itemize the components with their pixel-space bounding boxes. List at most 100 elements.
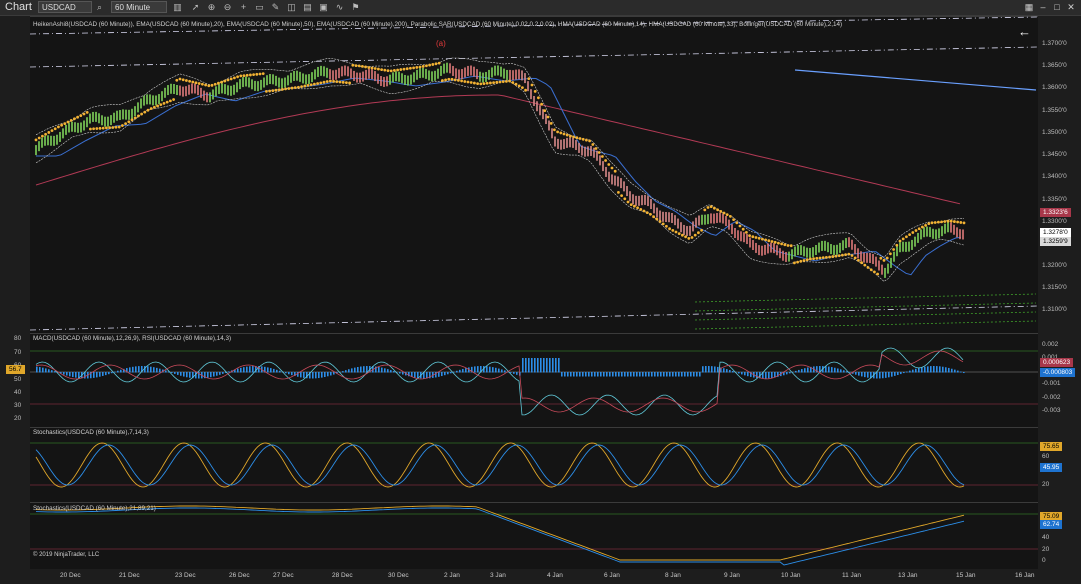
parabolic-sar-dot xyxy=(658,220,662,223)
macd-histogram-bar xyxy=(354,367,356,373)
parabolic-sar-dot xyxy=(460,79,463,83)
macd-histogram-bar xyxy=(42,367,44,373)
parabolic-sar-dot xyxy=(89,127,92,131)
parabolic-sar-dot xyxy=(930,221,934,225)
parabolic-sar-dot xyxy=(959,221,963,224)
parabolic-sar-dot xyxy=(60,123,63,127)
parabolic-sar-dot xyxy=(719,210,723,213)
parabolic-sar-dot xyxy=(895,243,899,247)
macd-histogram-bar xyxy=(441,372,443,377)
macd-histogram-bar xyxy=(888,372,890,378)
macd-histogram-bar xyxy=(588,372,590,377)
parabolic-sar-dot xyxy=(799,259,803,263)
parabolic-sar-dot xyxy=(885,256,889,260)
macd-histogram-bar xyxy=(312,372,314,379)
parabolic-sar-dot xyxy=(505,79,508,83)
macd-histogram-bar xyxy=(942,366,944,373)
macd-histogram-bar xyxy=(45,368,47,373)
parabolic-sar-dot xyxy=(425,64,428,68)
macd-histogram-bar xyxy=(540,358,542,373)
macd-histogram-bar xyxy=(933,366,935,373)
back-arrow-icon[interactable]: ← xyxy=(1018,24,1031,39)
macd-histogram-bar xyxy=(474,366,476,373)
macd-histogram-bar xyxy=(252,366,254,373)
parabolic-sar-dot xyxy=(607,163,611,166)
parabolic-sar-dot xyxy=(447,77,451,81)
macd-histogram-bar xyxy=(696,372,698,377)
parabolic-sar-dot xyxy=(268,89,271,93)
macd-histogram-bar xyxy=(618,372,620,377)
macd-histogram-bar xyxy=(129,367,131,373)
parabolic-sar-dot xyxy=(924,223,927,227)
parabolic-sar-dot xyxy=(428,63,431,67)
macd-histogram-bar xyxy=(738,372,740,374)
macd-histogram-bar xyxy=(717,366,719,373)
parabolic-sar-dot xyxy=(777,241,780,245)
parabolic-sar-dot xyxy=(41,134,44,138)
x-axis-label: 28 Dec xyxy=(332,572,353,579)
macd-histogram-bar xyxy=(39,367,41,373)
parabolic-sar-dot xyxy=(617,191,620,194)
rsi-axis-label: 40 xyxy=(14,389,22,396)
macd-histogram-bar xyxy=(714,366,716,373)
macd-histogram-bar xyxy=(789,372,791,374)
parabolic-sar-dot xyxy=(249,73,252,77)
macd-histogram-bar xyxy=(489,366,491,373)
parabolic-sar-dot xyxy=(601,155,604,158)
macd-histogram-bar xyxy=(105,372,107,376)
macd-histogram-bar xyxy=(138,366,140,373)
parabolic-sar-dot xyxy=(626,200,630,204)
macd-histogram-bar xyxy=(906,371,908,373)
macd-histogram-bar xyxy=(606,372,608,377)
macd-histogram-bar xyxy=(543,358,545,373)
macd-histogram-bar xyxy=(642,372,644,377)
macd-histogram-bar xyxy=(591,372,593,377)
parabolic-sar-dot xyxy=(140,112,144,116)
macd-histogram-bar xyxy=(93,372,95,378)
macd-histogram-bar xyxy=(117,370,119,373)
x-axis-label: 13 Jan xyxy=(898,572,918,579)
parabolic-sar-dot xyxy=(53,127,57,131)
parabolic-sar-dot xyxy=(229,77,233,81)
parabolic-sar-dot xyxy=(581,137,585,141)
parabolic-sar-dot xyxy=(802,259,806,262)
macd-histogram-bar xyxy=(957,370,959,373)
macd-histogram-bar xyxy=(645,372,647,377)
macd-histogram-bar xyxy=(108,372,110,375)
parabolic-sar-dot xyxy=(553,128,556,132)
parabolic-sar-dot xyxy=(50,129,54,133)
parabolic-sar-dot xyxy=(703,208,707,212)
parabolic-sar-dot xyxy=(210,83,214,87)
macd-histogram-bar xyxy=(303,372,305,378)
parabolic-sar-dot xyxy=(309,83,313,87)
parabolic-sar-dot xyxy=(866,266,870,269)
macd-histogram-bar xyxy=(939,366,941,373)
rsi-value-tag: 56.7 xyxy=(6,365,25,374)
macd-histogram-bar xyxy=(960,371,962,373)
price-axis-label: 1.3150'0 xyxy=(1042,284,1067,291)
macd-histogram-bar xyxy=(723,368,725,373)
parabolic-sar-dot xyxy=(69,119,73,122)
parabolic-sar-dot xyxy=(418,65,422,69)
macd-histogram-bar xyxy=(444,372,446,376)
stoch-d-tag: 45.95 xyxy=(1040,463,1063,472)
parabolic-sar-dot xyxy=(143,110,147,114)
macd-histogram-bar xyxy=(546,358,548,373)
parabolic-sar-dot xyxy=(156,104,160,108)
macd-histogram-bar xyxy=(180,372,182,376)
macd-histogram-bar xyxy=(786,372,788,375)
macd-histogram-bar xyxy=(558,358,560,373)
parabolic-sar-dot xyxy=(565,133,569,137)
macd-histogram-bar xyxy=(147,366,149,373)
macd-histogram-bar xyxy=(897,372,899,376)
parabolic-sar-dot xyxy=(393,69,396,72)
macd-histogram-bar xyxy=(135,366,137,373)
parabolic-sar-dot xyxy=(98,126,102,130)
parabolic-sar-dot xyxy=(92,127,95,131)
parabolic-sar-dot xyxy=(853,256,857,260)
x-axis-label: 3 Jan xyxy=(490,572,506,579)
macd-histogram-bar xyxy=(603,372,605,377)
parabolic-sar-dot xyxy=(578,137,582,140)
parabolic-sar-dot xyxy=(188,79,192,83)
macd-histogram-bar xyxy=(561,372,563,377)
